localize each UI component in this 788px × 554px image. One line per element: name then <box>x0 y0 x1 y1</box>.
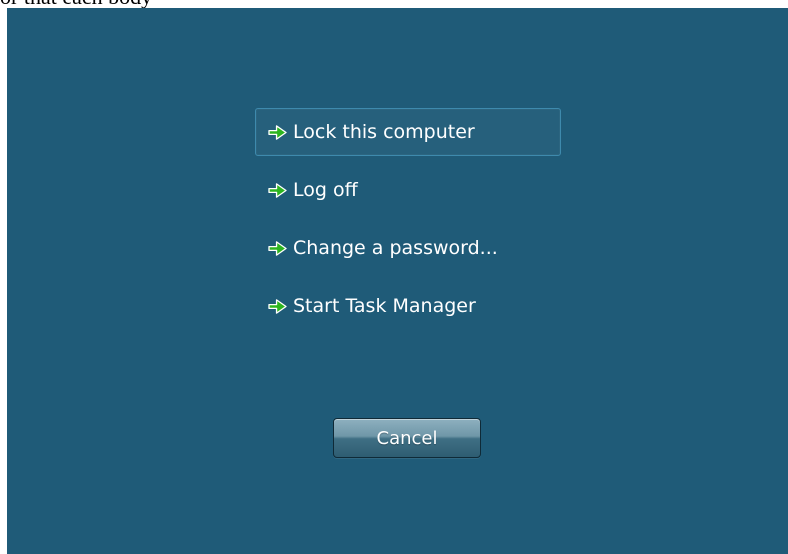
security-options-screen: Lock this computer Log off Change a pass… <box>7 8 788 554</box>
start-task-manager-label: Start Task Manager <box>293 295 476 317</box>
start-task-manager-option[interactable]: Start Task Manager <box>255 282 561 330</box>
lock-computer-label: Lock this computer <box>293 121 475 143</box>
change-password-label: Change a password... <box>293 237 498 259</box>
cancel-button-label: Cancel <box>376 427 438 449</box>
security-options-list: Lock this computer Log off Change a pass… <box>255 108 561 340</box>
cancel-button[interactable]: Cancel <box>333 418 481 458</box>
cropped-top-text: or that each body <box>0 0 152 8</box>
green-right-arrow-icon <box>268 182 287 198</box>
green-right-arrow-icon <box>268 124 287 140</box>
change-password-option[interactable]: Change a password... <box>255 224 561 272</box>
green-right-arrow-icon <box>268 298 287 314</box>
log-off-option[interactable]: Log off <box>255 166 561 214</box>
page: or that each body Lock this computer Log… <box>0 0 788 554</box>
log-off-label: Log off <box>293 179 358 201</box>
lock-computer-option[interactable]: Lock this computer <box>255 108 561 156</box>
green-right-arrow-icon <box>268 240 287 256</box>
